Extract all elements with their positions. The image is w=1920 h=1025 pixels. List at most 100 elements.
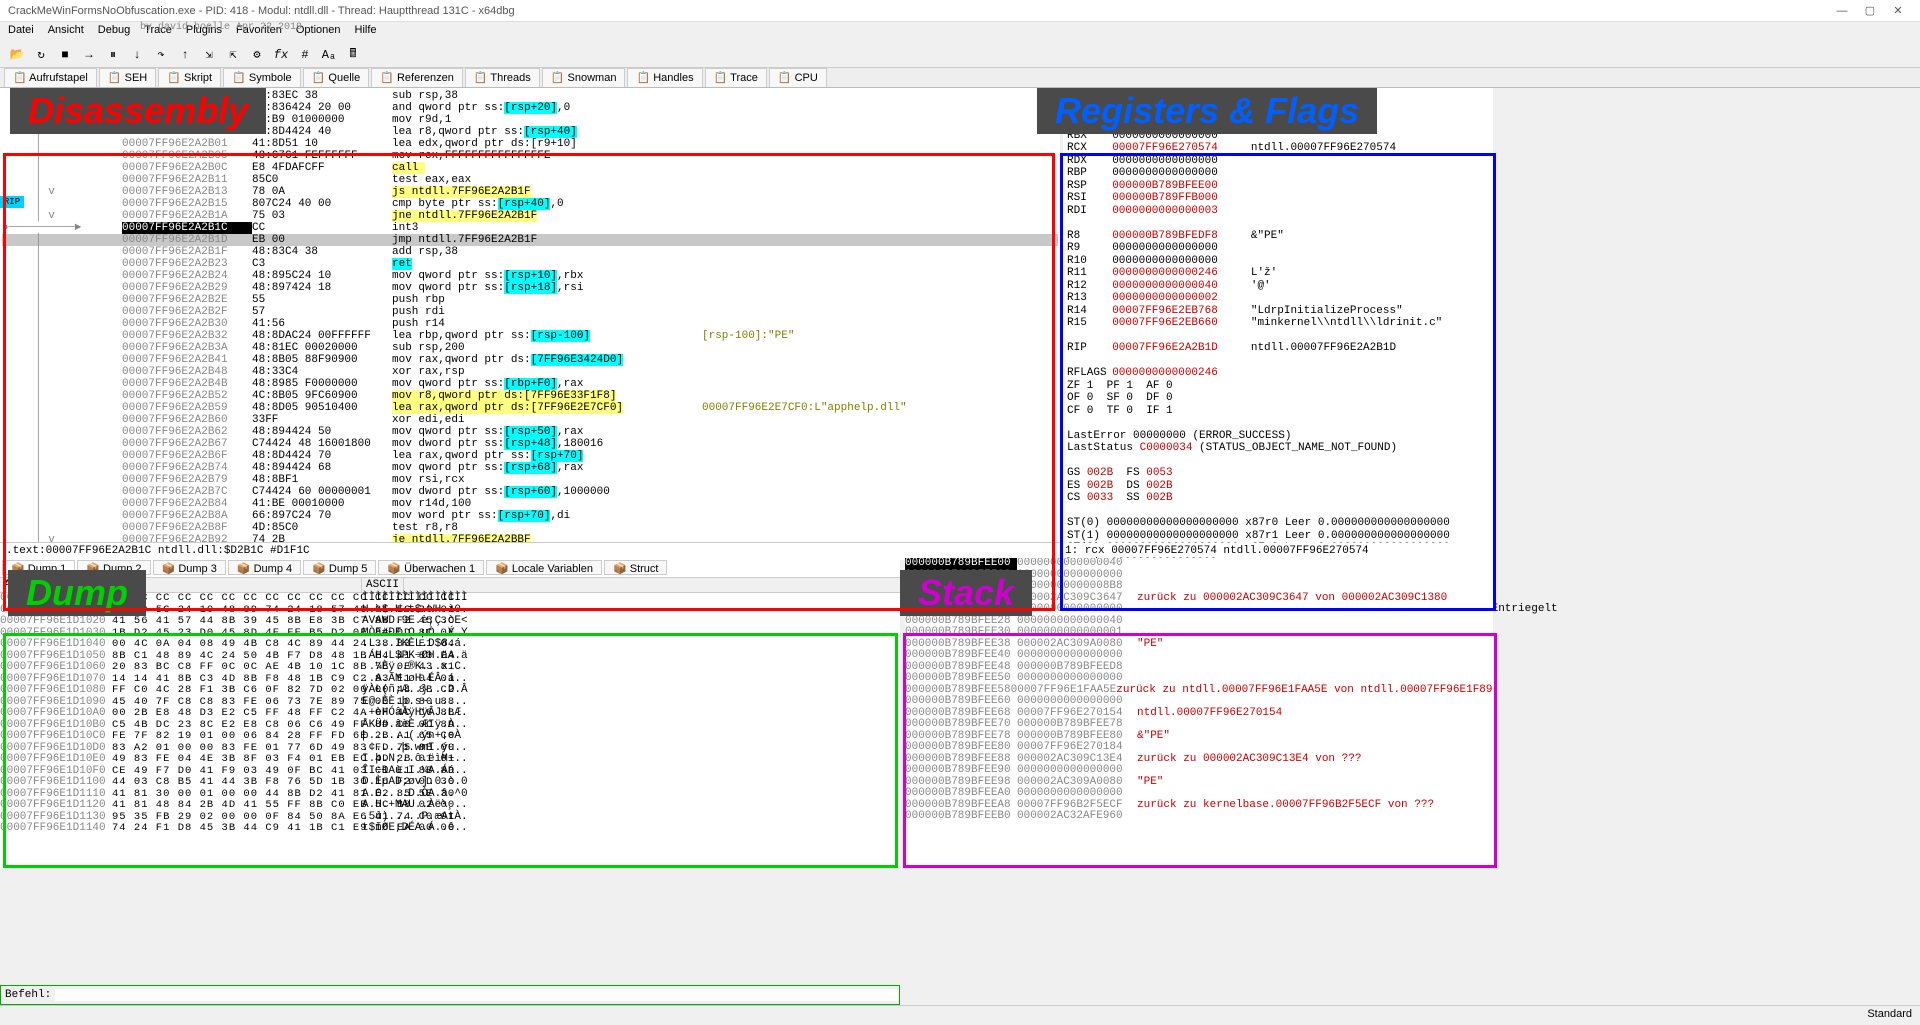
disasm-row[interactable]: │ 00007FF96E2A2B8F4D:85C0test r8,r8	[2, 522, 1058, 534]
registers-panel[interactable]: Verstecke FPURAX 0000000000000000RBX 000…	[1063, 88, 1493, 543]
disasm-row[interactable]: │ 00007FF96E2A2B8A66:897C24 70mov word p…	[2, 510, 1058, 522]
tab[interactable]: 📋 Threads	[465, 68, 540, 87]
tab[interactable]: 📋 SEH	[99, 68, 156, 87]
disasm-row[interactable]: │ 00007FF96E2A2B0141:8D51 10lea edx,qwor…	[2, 138, 1058, 150]
stack-row[interactable]: 000000B789BFEE70 000000B789BFEE78	[905, 719, 1493, 731]
disasm-row[interactable]: │ 00007FF96E2A2B15807C24 40 00cmp byte p…	[2, 198, 1058, 210]
dump-row[interactable]: 00007FF96E1D10C0FE 7F 82 19 01 00 06 84 …	[0, 731, 900, 743]
disasm-row[interactable]: │ 00007FF96E2A2B4848:33C4xor rax,rsp	[2, 366, 1058, 378]
disasm-row[interactable]: ●──────────►00007FF96E2A2B1CCCint3	[2, 222, 1058, 234]
trace-into-icon[interactable]: ⇲	[200, 46, 218, 64]
register-row[interactable]: R11 0000000000000246 L'ž'	[1067, 267, 1489, 280]
disasm-row[interactable]: │ 00007FF96E2A2B2F57push rdi	[2, 306, 1058, 318]
close-button[interactable]: ✕	[1884, 4, 1912, 17]
dump-row[interactable]: 00007FF96E1D110044 03 C8 B5 41 44 3B F8 …	[0, 777, 900, 789]
register-row[interactable]: RIP 00007FF96E2A2B1D ntdll.00007FF96E2A2…	[1067, 342, 1489, 355]
disasm-row[interactable]: │ 00007FF96E2A2B3248:8DAC24 00FFFFFFlea …	[2, 330, 1058, 342]
trace-over-icon[interactable]: ⇱	[224, 46, 242, 64]
stack-row[interactable]: 000000B789BFEEA0 0000000000000000	[905, 788, 1493, 800]
register-row[interactable]: R8 000000B789BFEDF8 &"PE"	[1067, 230, 1489, 243]
disassembly-panel[interactable]: RIP │ 00007FF96E2A2AEB48:83EC 38sub rsp,…	[0, 88, 1060, 543]
disasm-row[interactable]: │ 00007FF96E2A2B3041:56push r14	[2, 318, 1058, 330]
step-over-icon[interactable]: ↷	[152, 46, 170, 64]
menu-item[interactable]: Debug	[98, 24, 130, 40]
minimize-button[interactable]: —	[1828, 5, 1856, 17]
tab[interactable]: 📋 Snowman	[542, 68, 626, 87]
disasm-row[interactable]: │ 00007FF96E2A2B6033FFxor edi,edi	[2, 414, 1058, 426]
disasm-row[interactable]: │ 00007FF96E2A2B4148:8B05 88F90900mov ra…	[2, 354, 1058, 366]
tab[interactable]: 📋 Quelle	[303, 68, 370, 87]
register-row[interactable]: RCX 00007FF96E270574 ntdll.00007FF96E270…	[1067, 142, 1489, 155]
disasm-row[interactable]: │ 00007FF96E2A2B8441:BE 00010000mov r14d…	[2, 498, 1058, 510]
calc-icon[interactable]: 🖩	[344, 46, 362, 64]
register-row[interactable]: R12 0000000000000040 '@'	[1067, 280, 1489, 293]
tab[interactable]: 📋 Symbole	[223, 68, 301, 87]
register-row[interactable]: RDX 0000000000000000	[1067, 155, 1489, 168]
dump-row[interactable]: 00007FF96E1D114074 24 F1 D8 45 3B 44 C9 …	[0, 823, 900, 835]
dump-row[interactable]: 00007FF96E1D10A000 2B E8 48 D3 E2 C5 FF …	[0, 708, 900, 720]
stack-row[interactable]: 000000B789BFEE80 00007FF96E270184	[905, 742, 1493, 754]
stack-row[interactable]: 000000B789BFEE60 0000000000000000	[905, 696, 1493, 708]
step-into-icon[interactable]: ↓	[128, 46, 146, 64]
register-row[interactable]: RSI 000000B789FFB000	[1067, 192, 1489, 205]
tab[interactable]: 📋 Aufrufstapel	[4, 68, 97, 87]
disasm-row[interactable]: │ 00007FF96E2A2B7448:894424 68mov qword …	[2, 462, 1058, 474]
disasm-row[interactable]: │ 00007FF96E2A2B4B48:8985 F0000000mov qw…	[2, 378, 1058, 390]
pause-icon[interactable]: ⏸	[104, 46, 122, 64]
disasm-row[interactable]: │ 00007FF96E2A2B1DEB 00jmp ntdll.7FF96E2…	[2, 234, 1058, 246]
register-row[interactable]: R15 00007FF96E2EB660 "minkernel\\ntdll\\…	[1067, 317, 1489, 330]
disasm-row[interactable]: │ 00007FF96E2A2B6248:894424 50mov qword …	[2, 426, 1058, 438]
tab[interactable]: 📋 Handles	[627, 68, 702, 87]
tab[interactable]: 📋 Referenzen	[371, 68, 463, 87]
disasm-row[interactable]: │ 00007FF96E2A2B0548:C7C1 FEFFFFFFmov rc…	[2, 150, 1058, 162]
font-icon[interactable]: Aₐ	[320, 46, 338, 64]
dump-row[interactable]: 00007FF96E1D1080FF C0 4C 28 F1 3B C6 0F …	[0, 685, 900, 697]
stack-row[interactable]: 000000B789BFEEB0 000002AC32AFE960	[905, 811, 1493, 823]
disasm-row[interactable]: │ 00007FF96E2A2B1F48:83C4 38add rsp,38	[2, 246, 1058, 258]
dump-row[interactable]: 00007FF96E1D106020 83 BC C8 FF 0C 0C AE …	[0, 662, 900, 674]
dump-tab[interactable]: 📦 Dump 4	[228, 560, 301, 575]
menu-item[interactable]: Datei	[8, 24, 34, 40]
stack-row[interactable]: 000000B789BFEE90 0000000000000000	[905, 765, 1493, 777]
register-row[interactable]: R14 00007FF96E2EB768 "LdrpInitializeProc…	[1067, 305, 1489, 318]
dump-tab[interactable]: 📦 Locale Variablen	[486, 560, 602, 575]
dump-row[interactable]: 00007FF96E1D10E049 83 FE 04 4E 3B 8F 03 …	[0, 754, 900, 766]
disasm-row[interactable]: │ 00007FF96E2A2B7948:8BF1mov rsi,rcx	[2, 474, 1058, 486]
restart-icon[interactable]: ↻	[32, 46, 50, 64]
stop-icon[interactable]: ■	[56, 46, 74, 64]
dump-tab[interactable]: 📦 Überwachen 1	[378, 560, 484, 575]
register-row[interactable]: RFLAGS 0000000000000246	[1067, 367, 1489, 380]
register-row[interactable]: R10 0000000000000000	[1067, 255, 1489, 268]
stack-row[interactable]: 000000B789BFEE00 0000000000000040	[905, 558, 1493, 570]
menu-item[interactable]: Hilfe	[355, 24, 377, 40]
menu-item[interactable]: Ansicht	[48, 24, 84, 40]
step-out-icon[interactable]: ↑	[176, 46, 194, 64]
dump-row[interactable]: 00007FF96E1D104000 4C 0A 04 08 49 4B C8 …	[0, 639, 900, 651]
disasm-row[interactable]: │ 00007FF96E2A2B6F48:8D4424 70lea rax,qw…	[2, 450, 1058, 462]
disasm-row[interactable]: │ 00007FF96E2A2B23C3ret	[2, 258, 1058, 270]
dump-row[interactable]: 00007FF96E1D112041 81 48 84 2B 4D 41 55 …	[0, 800, 900, 812]
disasm-row[interactable]: │ 00007FF96E2A2B7CC74424 60 00000001mov …	[2, 486, 1058, 498]
tab[interactable]: 📋 Skript	[158, 68, 221, 87]
register-row[interactable]: R13 0000000000000002	[1067, 292, 1489, 305]
stack-row[interactable]: 000000B789BFEE40 0000000000000000	[905, 650, 1493, 662]
disasm-row[interactable]: │ 00007FF96E2A2B2448:895C24 10mov qword …	[2, 270, 1058, 282]
disasm-row[interactable]: │ 00007FF96E2A2B3A48:81EC 00020000sub rs…	[2, 342, 1058, 354]
disasm-row[interactable]: │ v 00007FF96E2A2B1378 0Ajs ntdll.7FF96E…	[2, 186, 1058, 198]
disasm-row[interactable]: │ 00007FF96E2A2B0CE8 4FDAFCFFcall	[2, 162, 1058, 174]
register-row[interactable]: RBP 0000000000000000	[1067, 167, 1489, 180]
register-row[interactable]: RSP 000000B789BFEE00	[1067, 180, 1489, 193]
dump-tab[interactable]: 📦 Struct	[604, 560, 667, 575]
stack-row[interactable]: 000000B789BFEE30 0000000000000001	[905, 627, 1493, 639]
menu-item[interactable]: Optionen	[296, 24, 341, 40]
disasm-row[interactable]: │ 00007FF96E2A2B524C:8B05 9FC60900mov r8…	[2, 390, 1058, 402]
tab[interactable]: 📋 Trace	[705, 68, 767, 87]
dump-row[interactable]: 00007FF96E1D102041 56 41 57 44 8B 39 45 …	[0, 616, 900, 628]
run-icon[interactable]: →	[80, 46, 98, 64]
maximize-button[interactable]: ▢	[1856, 4, 1884, 17]
settings-icon[interactable]: ⚙	[248, 46, 266, 64]
stack-row[interactable]: 000000B789BFEE50 0000000000000000	[905, 673, 1493, 685]
disasm-row[interactable]: │ 00007FF96E2A2B67C74424 48 16001800mov …	[2, 438, 1058, 450]
fx-icon[interactable]: fx	[272, 46, 290, 64]
tab[interactable]: 📋 CPU	[769, 68, 827, 87]
